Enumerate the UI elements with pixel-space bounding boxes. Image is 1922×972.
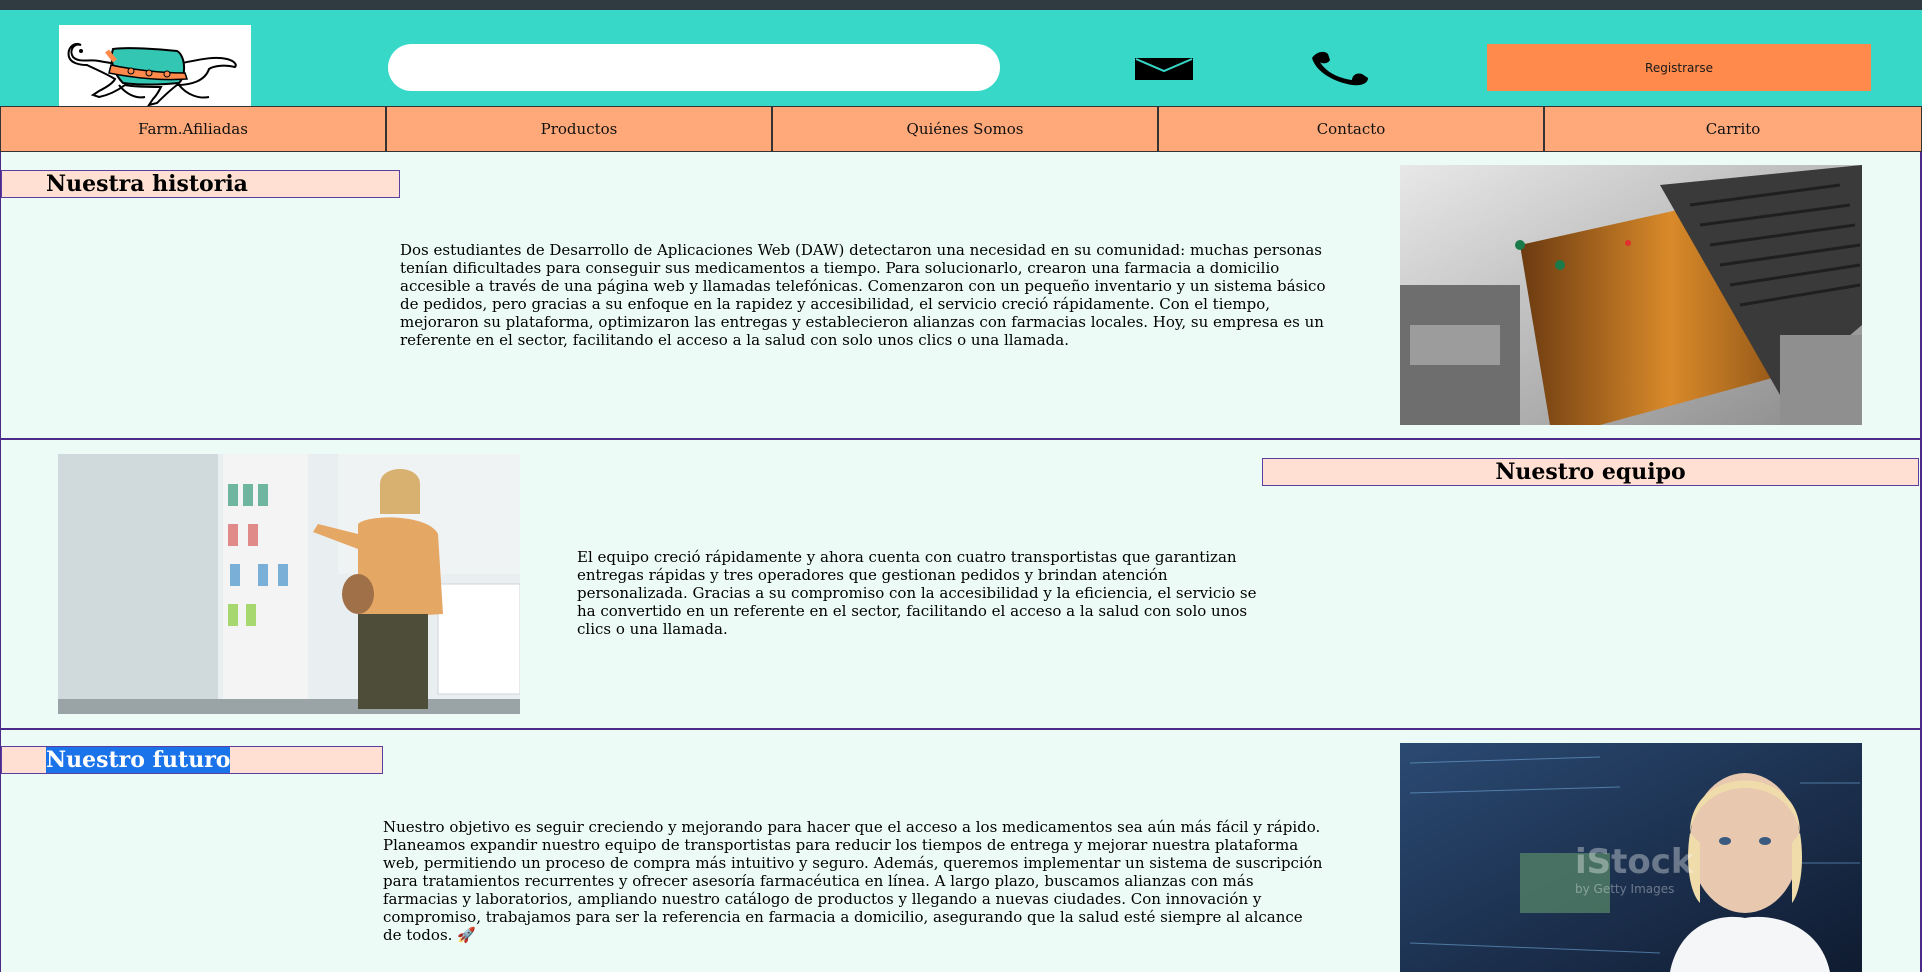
- running-dog-logo-icon: [67, 43, 237, 107]
- site-logo[interactable]: [59, 25, 251, 111]
- envelope-icon[interactable]: [1135, 58, 1193, 80]
- section-futuro: Nuestro futuro Nuestro objetivo es segui…: [0, 730, 1922, 972]
- section-text-equipo: El equipo creció rápidamente y ahora cue…: [577, 548, 1257, 638]
- factory-image: [1400, 165, 1862, 425]
- main-nav: Farm.Afiliadas Productos Quiénes Somos C…: [0, 106, 1922, 152]
- search-input[interactable]: [388, 44, 1000, 91]
- watermark-text: iStock: [1575, 842, 1695, 882]
- section-historia: Nuestra historia Dos estudiantes de Desa…: [0, 152, 1922, 440]
- nav-item-carrito[interactable]: Carrito: [1544, 106, 1922, 152]
- window-top-strip: [0, 0, 1922, 10]
- section-title-equipo: Nuestro equipo: [1262, 458, 1919, 486]
- site-header: Registrarse: [0, 10, 1922, 111]
- watermark-subtext: by Getty Images: [1575, 882, 1674, 896]
- section-title-futuro: Nuestro futuro: [1, 746, 383, 774]
- nav-item-contacto[interactable]: Contacto: [1158, 106, 1544, 152]
- section-text-historia: Dos estudiantes de Desarrollo de Aplicac…: [400, 241, 1326, 349]
- nav-item-productos[interactable]: Productos: [386, 106, 772, 152]
- section-text-futuro: Nuestro objetivo es seguir creciendo y m…: [383, 818, 1323, 944]
- nav-item-quienes-somos[interactable]: Quiénes Somos: [772, 106, 1158, 152]
- scientist-image: iStock by Getty Images: [1400, 743, 1862, 972]
- section-title-historia: Nuestra historia: [1, 170, 400, 198]
- section-equipo: El equipo creció rápidamente y ahora cue…: [0, 440, 1922, 730]
- phone-icon[interactable]: [1308, 50, 1370, 86]
- register-button[interactable]: Registrarse: [1487, 44, 1871, 91]
- nav-item-farm-afiliadas[interactable]: Farm.Afiliadas: [0, 106, 386, 152]
- pharmacy-image: [58, 454, 520, 714]
